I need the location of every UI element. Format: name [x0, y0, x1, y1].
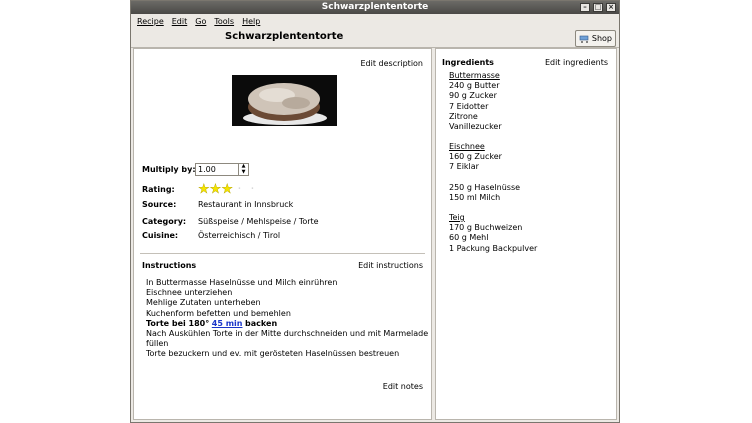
ingredient-item: 150 ml Milch	[449, 193, 501, 202]
ingredient-group-heading: Eischnee	[449, 142, 485, 151]
ingredient-spacer	[449, 173, 520, 183]
cuisine-value: Österreichisch / Tirol	[198, 231, 281, 240]
recipe-title: Schwarzplententorte	[225, 31, 344, 42]
recipe-window: Schwarzplententorte – □ × Recipe Edit Go…	[130, 0, 620, 423]
ingredient-item: 90 g Zucker	[449, 91, 497, 101]
edit-description-button[interactable]: Edit description	[360, 59, 423, 68]
rating-stars[interactable]: ★ ★ ★ · ·	[198, 183, 259, 196]
multiply-stepper[interactable]: ▲ ▼	[195, 163, 249, 176]
recipe-image	[232, 75, 337, 126]
shop-button[interactable]: Shop	[574, 30, 616, 47]
menu-go[interactable]: Go	[195, 15, 206, 28]
category-value: Süßspeise / Mehlspeise / Torte	[198, 217, 319, 226]
instructions-text: In Buttermasse Haselnüsse und Milch einr…	[146, 278, 428, 360]
ingredient-item: 7 Eidotter	[449, 101, 489, 111]
chevron-down-icon[interactable]: ▼	[239, 169, 248, 176]
star-filled-icon[interactable]: ★	[198, 183, 210, 196]
menu-edit[interactable]: Edit	[172, 15, 188, 28]
menu-help[interactable]: Help	[242, 15, 260, 28]
bake-suffix: backen	[245, 318, 278, 328]
close-icon[interactable]: ×	[606, 3, 616, 12]
title-bar[interactable]: Schwarzplententorte – □ ×	[131, 1, 619, 14]
ingredient-item: 240 g Butter	[449, 81, 500, 91]
ingredients-heading: Ingredients	[442, 58, 494, 67]
timer-link[interactable]: 45 min	[212, 319, 243, 328]
stepper-arrows[interactable]: ▲ ▼	[238, 163, 248, 176]
menu-tools[interactable]: Tools	[214, 15, 234, 28]
ingredient-item: 170 g Buchweizen	[449, 223, 523, 233]
cart-icon	[579, 35, 589, 43]
ingredient-item: 250 g Haselnüsse	[449, 182, 521, 192]
instruction-line: Torte bezuckern und ev. mit gerösteten H…	[146, 349, 400, 359]
source-value: Restaurant in Innsbruck	[198, 200, 294, 209]
instruction-line: füllen	[146, 339, 169, 349]
section-divider	[140, 253, 425, 254]
cuisine-label: Cuisine:	[142, 231, 179, 240]
shop-button-label: Shop	[591, 34, 612, 43]
window-title: Schwarzplententorte	[321, 2, 429, 12]
minimize-icon[interactable]: –	[580, 3, 590, 12]
instruction-line: Kuchenform befetten und bemehlen	[146, 308, 291, 318]
ingredients-pane: Ingredients Edit ingredients Buttermasse…	[435, 48, 617, 420]
rating-label: Rating:	[142, 185, 175, 194]
star-filled-icon[interactable]: ★	[209, 183, 221, 196]
instruction-line: Nach Auskühlen Torte in der Mitte durchs…	[146, 329, 429, 339]
source-label: Source:	[142, 200, 177, 209]
instruction-line: Eischnee unterziehen	[146, 288, 233, 298]
ingredient-item: 60 g Mehl	[449, 233, 489, 243]
ingredient-item: Zitrone	[449, 111, 478, 121]
ingredient-item: 160 g Zucker	[449, 152, 502, 162]
bake-prefix: Torte bei 180°	[146, 318, 210, 328]
star-filled-icon[interactable]: ★	[221, 183, 233, 196]
ingredient-item: 1 Packung Backpulver	[449, 243, 538, 253]
instruction-line: Mehlige Zutaten unterheben	[146, 298, 261, 308]
instruction-line: In Buttermasse Haselnüsse und Milch einr…	[146, 278, 338, 287]
ingredient-item: 7 Eiklar	[449, 162, 479, 172]
ingredient-group-teig: Teig 170 g Buchweizen 60 g Mehl 1 Packun…	[449, 213, 537, 254]
ingredient-item: Vanillezucker	[449, 122, 502, 132]
menu-recipe[interactable]: Recipe	[137, 15, 164, 28]
ingredient-group-eischnee: Eischnee 160 g Zucker 7 Eiklar 250 g Has…	[449, 142, 520, 203]
star-empty-icon[interactable]: ·	[246, 183, 259, 196]
ingredient-group-heading: Teig	[449, 213, 465, 222]
edit-instructions-button[interactable]: Edit instructions	[358, 261, 423, 270]
toolbar: Schwarzplententorte Shop	[131, 29, 619, 48]
multiply-input[interactable]	[196, 164, 240, 175]
ingredient-group-buttermasse: Buttermasse 240 g Butter 90 g Zucker 7 E…	[449, 71, 502, 132]
ingredient-group-heading: Buttermasse	[449, 71, 500, 80]
edit-notes-button[interactable]: Edit notes	[383, 382, 423, 391]
star-empty-icon[interactable]: ·	[233, 183, 246, 196]
category-label: Category:	[142, 217, 187, 226]
maximize-icon[interactable]: □	[593, 3, 603, 12]
instruction-bake-line: Torte bei 180° 45 min backen	[146, 319, 428, 329]
recipe-details-pane: Edit description Multiply by: ▲ ▼ Rating…	[133, 48, 432, 420]
edit-ingredients-button[interactable]: Edit ingredients	[545, 58, 608, 67]
menu-bar: Recipe Edit Go Tools Help	[131, 15, 619, 28]
multiply-label: Multiply by:	[142, 165, 196, 174]
instructions-heading: Instructions	[142, 261, 197, 270]
window-controls: – □ ×	[580, 3, 616, 12]
